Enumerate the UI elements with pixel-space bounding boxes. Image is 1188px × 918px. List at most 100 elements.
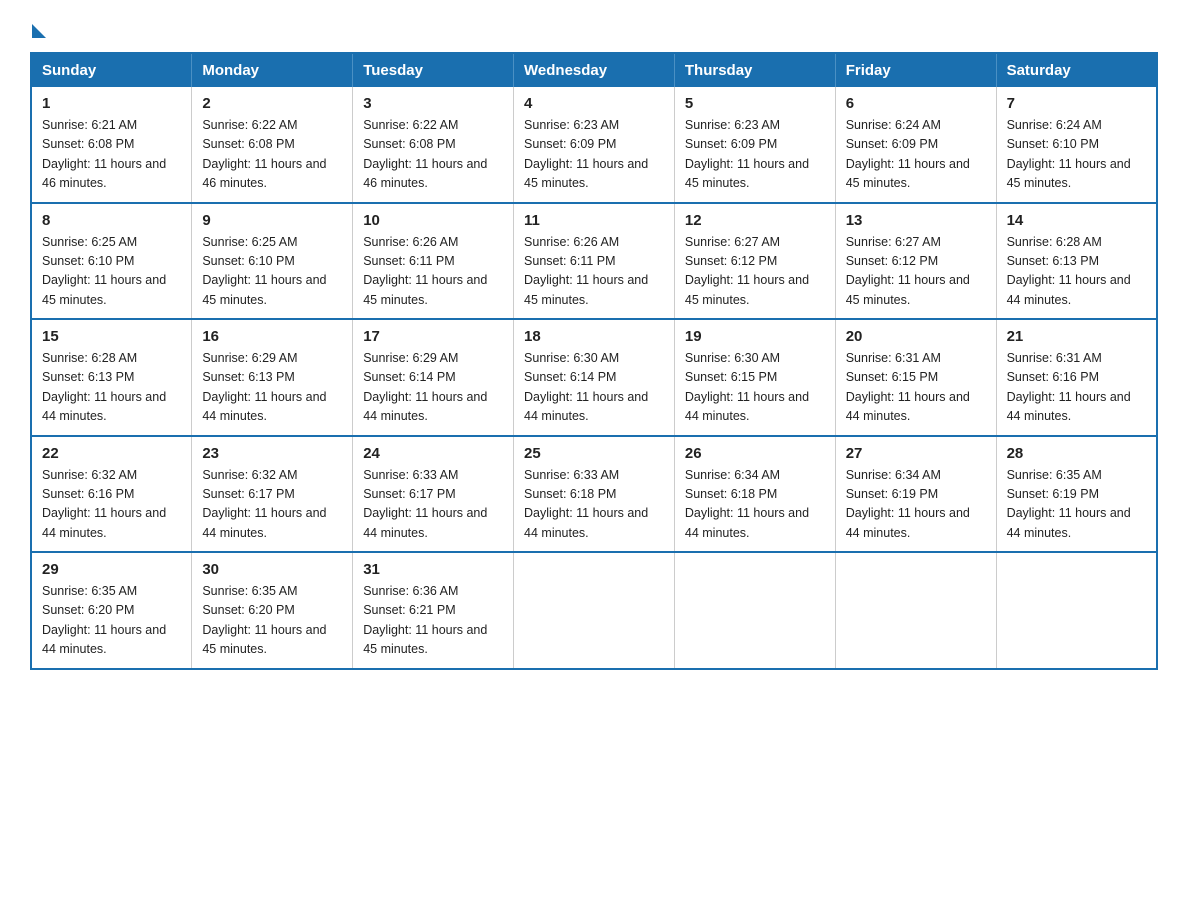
day-number: 21	[1007, 328, 1146, 345]
calendar-cell: 21 Sunrise: 6:31 AMSunset: 6:16 PMDaylig…	[996, 319, 1157, 436]
day-number: 9	[202, 212, 342, 229]
day-info: Sunrise: 6:23 AMSunset: 6:09 PMDaylight:…	[685, 118, 809, 190]
day-info: Sunrise: 6:24 AMSunset: 6:09 PMDaylight:…	[846, 118, 970, 190]
day-info: Sunrise: 6:27 AMSunset: 6:12 PMDaylight:…	[846, 235, 970, 307]
logo	[30, 20, 46, 34]
day-info: Sunrise: 6:26 AMSunset: 6:11 PMDaylight:…	[524, 235, 648, 307]
calendar-cell: 7 Sunrise: 6:24 AMSunset: 6:10 PMDayligh…	[996, 87, 1157, 203]
calendar-header-row: SundayMondayTuesdayWednesdayThursdayFrid…	[31, 53, 1157, 87]
day-info: Sunrise: 6:28 AMSunset: 6:13 PMDaylight:…	[42, 351, 166, 423]
calendar-week-row: 1 Sunrise: 6:21 AMSunset: 6:08 PMDayligh…	[31, 87, 1157, 203]
day-info: Sunrise: 6:32 AMSunset: 6:16 PMDaylight:…	[42, 468, 166, 540]
calendar-cell: 24 Sunrise: 6:33 AMSunset: 6:17 PMDaylig…	[353, 436, 514, 553]
calendar-cell: 31 Sunrise: 6:36 AMSunset: 6:21 PMDaylig…	[353, 552, 514, 669]
day-number: 31	[363, 561, 503, 578]
day-info: Sunrise: 6:33 AMSunset: 6:17 PMDaylight:…	[363, 468, 487, 540]
calendar-cell: 10 Sunrise: 6:26 AMSunset: 6:11 PMDaylig…	[353, 203, 514, 320]
day-number: 26	[685, 445, 825, 462]
calendar-cell: 14 Sunrise: 6:28 AMSunset: 6:13 PMDaylig…	[996, 203, 1157, 320]
calendar-cell: 5 Sunrise: 6:23 AMSunset: 6:09 PMDayligh…	[674, 87, 835, 203]
day-number: 17	[363, 328, 503, 345]
day-info: Sunrise: 6:31 AMSunset: 6:15 PMDaylight:…	[846, 351, 970, 423]
page-header	[30, 20, 1158, 34]
day-number: 16	[202, 328, 342, 345]
calendar-cell	[835, 552, 996, 669]
day-number: 19	[685, 328, 825, 345]
weekday-header-sunday: Sunday	[31, 53, 192, 87]
calendar-cell: 20 Sunrise: 6:31 AMSunset: 6:15 PMDaylig…	[835, 319, 996, 436]
day-number: 27	[846, 445, 986, 462]
day-number: 8	[42, 212, 181, 229]
calendar-cell: 12 Sunrise: 6:27 AMSunset: 6:12 PMDaylig…	[674, 203, 835, 320]
day-number: 1	[42, 95, 181, 112]
day-info: Sunrise: 6:32 AMSunset: 6:17 PMDaylight:…	[202, 468, 326, 540]
calendar-cell: 8 Sunrise: 6:25 AMSunset: 6:10 PMDayligh…	[31, 203, 192, 320]
calendar-cell: 22 Sunrise: 6:32 AMSunset: 6:16 PMDaylig…	[31, 436, 192, 553]
day-number: 13	[846, 212, 986, 229]
calendar-cell: 16 Sunrise: 6:29 AMSunset: 6:13 PMDaylig…	[192, 319, 353, 436]
weekday-header-tuesday: Tuesday	[353, 53, 514, 87]
day-info: Sunrise: 6:35 AMSunset: 6:19 PMDaylight:…	[1007, 468, 1131, 540]
day-info: Sunrise: 6:33 AMSunset: 6:18 PMDaylight:…	[524, 468, 648, 540]
day-info: Sunrise: 6:34 AMSunset: 6:18 PMDaylight:…	[685, 468, 809, 540]
day-number: 5	[685, 95, 825, 112]
weekday-header-wednesday: Wednesday	[514, 53, 675, 87]
calendar-cell: 18 Sunrise: 6:30 AMSunset: 6:14 PMDaylig…	[514, 319, 675, 436]
calendar-cell	[996, 552, 1157, 669]
calendar-week-row: 8 Sunrise: 6:25 AMSunset: 6:10 PMDayligh…	[31, 203, 1157, 320]
day-number: 10	[363, 212, 503, 229]
day-number: 11	[524, 212, 664, 229]
day-number: 30	[202, 561, 342, 578]
calendar-cell: 26 Sunrise: 6:34 AMSunset: 6:18 PMDaylig…	[674, 436, 835, 553]
day-info: Sunrise: 6:25 AMSunset: 6:10 PMDaylight:…	[202, 235, 326, 307]
calendar-week-row: 29 Sunrise: 6:35 AMSunset: 6:20 PMDaylig…	[31, 552, 1157, 669]
calendar-cell: 17 Sunrise: 6:29 AMSunset: 6:14 PMDaylig…	[353, 319, 514, 436]
calendar-week-row: 22 Sunrise: 6:32 AMSunset: 6:16 PMDaylig…	[31, 436, 1157, 553]
day-number: 2	[202, 95, 342, 112]
day-info: Sunrise: 6:31 AMSunset: 6:16 PMDaylight:…	[1007, 351, 1131, 423]
calendar-table: SundayMondayTuesdayWednesdayThursdayFrid…	[30, 52, 1158, 670]
day-info: Sunrise: 6:21 AMSunset: 6:08 PMDaylight:…	[42, 118, 166, 190]
day-info: Sunrise: 6:22 AMSunset: 6:08 PMDaylight:…	[363, 118, 487, 190]
day-number: 18	[524, 328, 664, 345]
day-info: Sunrise: 6:35 AMSunset: 6:20 PMDaylight:…	[202, 584, 326, 656]
calendar-cell: 15 Sunrise: 6:28 AMSunset: 6:13 PMDaylig…	[31, 319, 192, 436]
day-info: Sunrise: 6:36 AMSunset: 6:21 PMDaylight:…	[363, 584, 487, 656]
weekday-header-friday: Friday	[835, 53, 996, 87]
day-info: Sunrise: 6:35 AMSunset: 6:20 PMDaylight:…	[42, 584, 166, 656]
calendar-week-row: 15 Sunrise: 6:28 AMSunset: 6:13 PMDaylig…	[31, 319, 1157, 436]
calendar-cell: 13 Sunrise: 6:27 AMSunset: 6:12 PMDaylig…	[835, 203, 996, 320]
day-number: 29	[42, 561, 181, 578]
day-number: 6	[846, 95, 986, 112]
calendar-cell: 27 Sunrise: 6:34 AMSunset: 6:19 PMDaylig…	[835, 436, 996, 553]
calendar-cell: 28 Sunrise: 6:35 AMSunset: 6:19 PMDaylig…	[996, 436, 1157, 553]
day-number: 12	[685, 212, 825, 229]
calendar-cell	[514, 552, 675, 669]
calendar-cell: 2 Sunrise: 6:22 AMSunset: 6:08 PMDayligh…	[192, 87, 353, 203]
day-info: Sunrise: 6:29 AMSunset: 6:13 PMDaylight:…	[202, 351, 326, 423]
weekday-header-saturday: Saturday	[996, 53, 1157, 87]
day-number: 28	[1007, 445, 1146, 462]
calendar-cell: 19 Sunrise: 6:30 AMSunset: 6:15 PMDaylig…	[674, 319, 835, 436]
day-number: 25	[524, 445, 664, 462]
day-info: Sunrise: 6:29 AMSunset: 6:14 PMDaylight:…	[363, 351, 487, 423]
day-number: 15	[42, 328, 181, 345]
day-info: Sunrise: 6:24 AMSunset: 6:10 PMDaylight:…	[1007, 118, 1131, 190]
day-info: Sunrise: 6:27 AMSunset: 6:12 PMDaylight:…	[685, 235, 809, 307]
day-info: Sunrise: 6:26 AMSunset: 6:11 PMDaylight:…	[363, 235, 487, 307]
calendar-cell: 4 Sunrise: 6:23 AMSunset: 6:09 PMDayligh…	[514, 87, 675, 203]
logo-triangle-icon	[32, 24, 46, 38]
calendar-cell	[674, 552, 835, 669]
day-info: Sunrise: 6:25 AMSunset: 6:10 PMDaylight:…	[42, 235, 166, 307]
day-info: Sunrise: 6:22 AMSunset: 6:08 PMDaylight:…	[202, 118, 326, 190]
day-number: 3	[363, 95, 503, 112]
calendar-cell: 29 Sunrise: 6:35 AMSunset: 6:20 PMDaylig…	[31, 552, 192, 669]
calendar-cell: 6 Sunrise: 6:24 AMSunset: 6:09 PMDayligh…	[835, 87, 996, 203]
day-number: 20	[846, 328, 986, 345]
calendar-cell: 30 Sunrise: 6:35 AMSunset: 6:20 PMDaylig…	[192, 552, 353, 669]
weekday-header-monday: Monday	[192, 53, 353, 87]
day-number: 22	[42, 445, 181, 462]
day-info: Sunrise: 6:30 AMSunset: 6:15 PMDaylight:…	[685, 351, 809, 423]
day-number: 4	[524, 95, 664, 112]
calendar-cell: 23 Sunrise: 6:32 AMSunset: 6:17 PMDaylig…	[192, 436, 353, 553]
